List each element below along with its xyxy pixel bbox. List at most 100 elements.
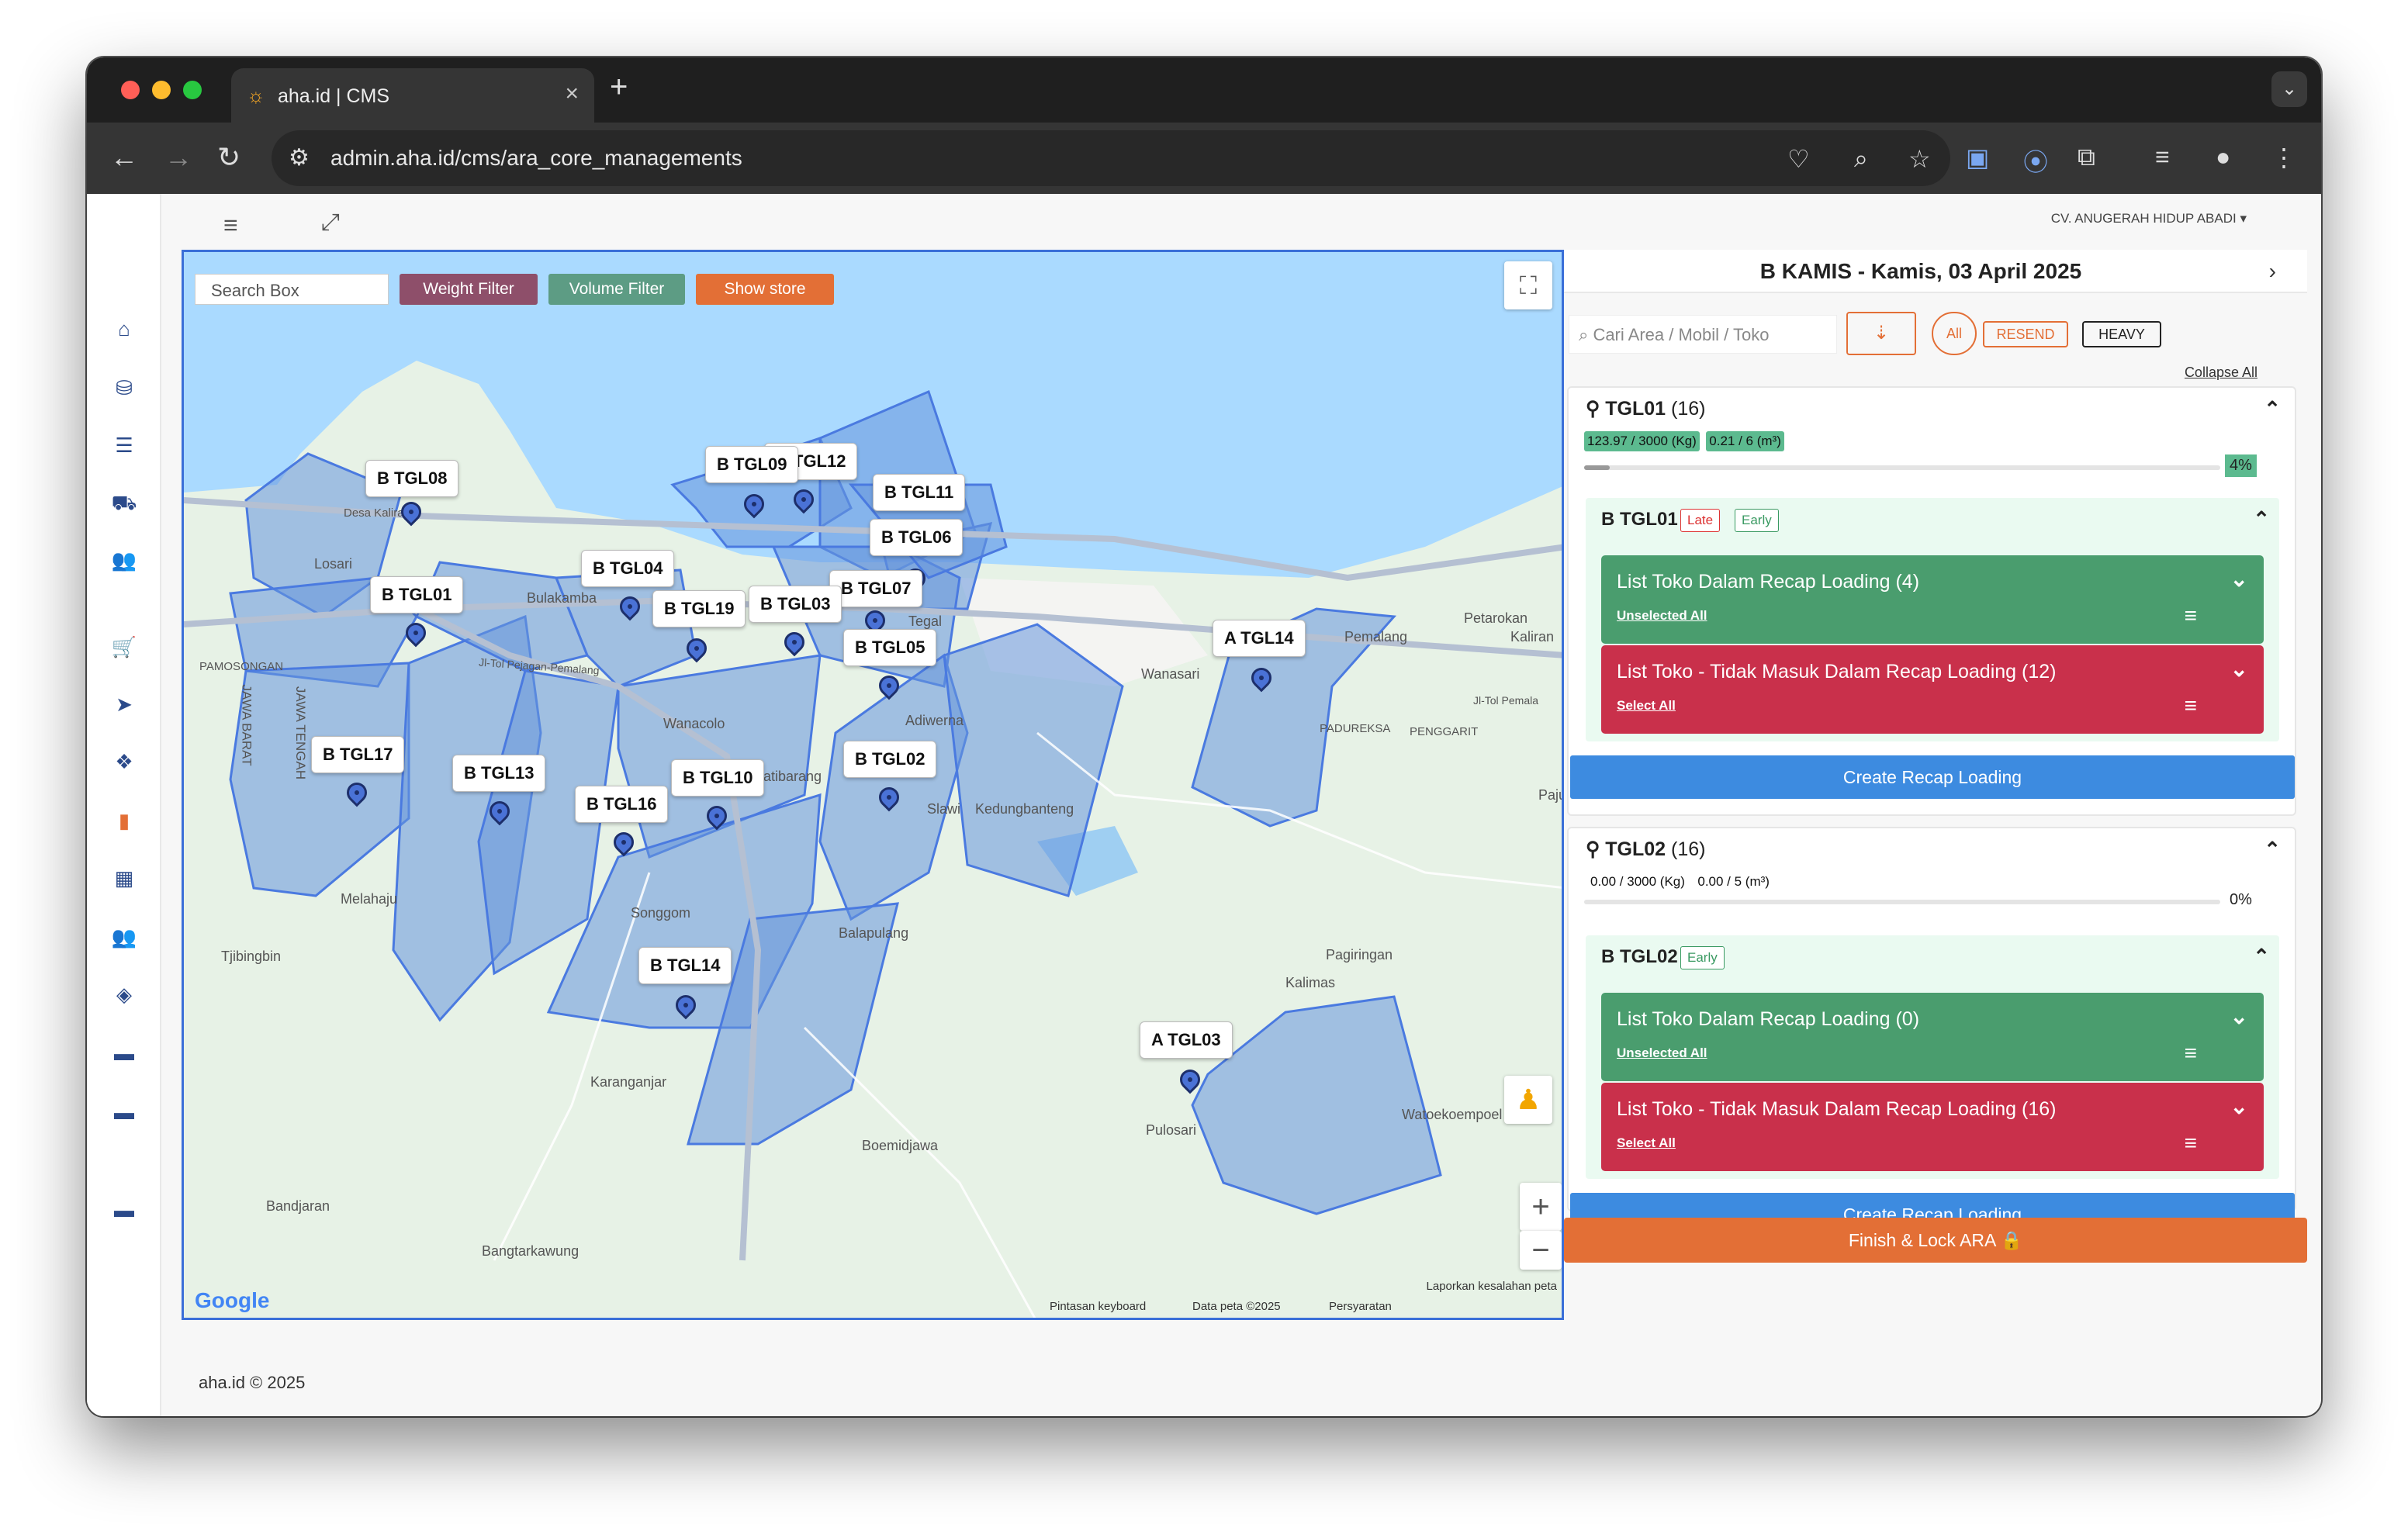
unselect-all-link[interactable]: Unselected All	[1617, 1045, 1707, 1061]
area-marker-label[interactable]: B TGL07	[829, 570, 923, 607]
area-marker-label[interactable]: B TGL17	[311, 736, 405, 773]
collapse-all-link[interactable]: Collapse All	[2185, 365, 2258, 381]
send-icon[interactable]: ➤	[110, 690, 138, 718]
chevron-right-icon[interactable]: ›	[2269, 259, 2276, 284]
site-info-icon[interactable]: ⚙	[289, 144, 310, 171]
url-text[interactable]: admin.aha.id/cms/ara_core_managements	[330, 146, 742, 171]
back-icon[interactable]: ←	[110, 141, 138, 174]
show-store-button[interactable]: Show store	[696, 274, 834, 305]
terms-link[interactable]: Persyaratan	[1329, 1300, 1392, 1313]
drag-handle-icon[interactable]: ≡	[2185, 603, 2197, 628]
in-recap-list[interactable]: List Toko Dalam Recap Loading (4) Unsele…	[1601, 555, 2264, 644]
chevron-up-icon[interactable]: ⌃	[2253, 945, 2270, 969]
book-icon[interactable]: ▬	[110, 1039, 138, 1067]
chevron-up-icon[interactable]: ⌃	[2253, 507, 2270, 531]
area-search-input[interactable]: ⌕ Cari Area / Mobil / Toko	[1569, 315, 1837, 354]
group-title[interactable]: ⚲ TGL02 (16)	[1586, 838, 1705, 861]
area-marker-label[interactable]: B TGL05	[843, 629, 937, 666]
browser-menu-icon[interactable]: ⋮	[2271, 143, 2296, 172]
home-icon[interactable]: ⌂	[110, 315, 138, 343]
map-icon[interactable]: ▮	[110, 807, 138, 835]
book-alt-icon[interactable]: ▬	[110, 1098, 138, 1126]
minimize-window-button[interactable]	[152, 81, 171, 99]
team-icon[interactable]: 👥	[110, 923, 138, 951]
fullscreen-button[interactable]: ⛶	[1504, 261, 1552, 309]
create-recap-button[interactable]: Create Recap Loading	[1570, 755, 2295, 799]
area-marker-label[interactable]: B TGL16	[575, 786, 669, 823]
heart-icon[interactable]: ♡	[1787, 144, 1810, 174]
dropbox-icon[interactable]: ❖	[110, 748, 138, 776]
area-marker-label[interactable]: B TGL01	[370, 576, 464, 613]
report-icon[interactable]: ▬	[110, 1196, 138, 1224]
volume-filter-button[interactable]: Volume Filter	[548, 274, 685, 305]
hamburger-menu-icon[interactable]: ≡	[223, 211, 238, 240]
grid-icon[interactable]: ▦	[110, 864, 138, 892]
maximize-window-button[interactable]	[183, 81, 202, 99]
area-marker-label[interactable]: B TGL02	[843, 741, 937, 778]
drag-handle-icon[interactable]: ≡	[2185, 1041, 2197, 1066]
new-tab-button[interactable]: +	[610, 70, 628, 105]
report-map-error-link[interactable]: Laporkan kesalahan peta	[1427, 1280, 1557, 1293]
weight-filter-button[interactable]: Weight Filter	[400, 274, 538, 305]
extension-audio-icon[interactable]: ⦿	[2023, 143, 2048, 178]
filter-heavy-button[interactable]: HEAVY	[2082, 321, 2161, 347]
area-marker-label[interactable]: A TGL03	[1140, 1021, 1233, 1059]
area-marker-label[interactable]: A TGL14	[1213, 620, 1306, 657]
area-marker-label[interactable]: B TGL03	[749, 586, 842, 623]
area-marker-label[interactable]: B TGL14	[638, 947, 732, 984]
translate-icon[interactable]: ▣	[1966, 143, 1989, 172]
group-title[interactable]: ⚲ TGL01 (16)	[1586, 397, 1705, 420]
area-marker-label[interactable]: B TGL04	[581, 550, 675, 587]
select-all-link[interactable]: Select All	[1617, 1135, 1676, 1151]
chevron-up-icon[interactable]: ⌃	[2264, 397, 2281, 421]
chevron-down-icon[interactable]: ⌄	[2230, 656, 2248, 682]
forward-icon[interactable]: →	[164, 141, 192, 174]
list-icon[interactable]: ☰	[110, 431, 138, 459]
zoom-out-button[interactable]: −	[1520, 1231, 1562, 1270]
address-bar[interactable]: ⚙ admin.aha.id/cms/ara_core_managements …	[272, 130, 1950, 186]
shopping-cart-icon[interactable]: 🛒	[110, 633, 138, 661]
area-marker-label[interactable]: B TGL09	[705, 446, 799, 483]
bookmark-star-icon[interactable]: ☆	[1908, 144, 1931, 174]
chevron-down-icon[interactable]: ⌄	[2230, 566, 2248, 592]
chevron-up-icon[interactable]: ⌃	[2264, 838, 2281, 862]
drag-handle-icon[interactable]: ≡	[2185, 693, 2197, 718]
area-marker-label[interactable]: B TGL13	[452, 755, 546, 792]
sort-button[interactable]: ⇣	[1846, 312, 1916, 355]
in-recap-list[interactable]: List Toko Dalam Recap Loading (0) Unsele…	[1601, 993, 2264, 1081]
extensions-icon[interactable]: ⧉	[2078, 143, 2095, 172]
reload-icon[interactable]: ↻	[217, 141, 240, 174]
boxes-icon[interactable]: ⛁	[110, 374, 138, 402]
area-marker-label[interactable]: B TGL19	[652, 590, 746, 627]
area-marker-label[interactable]: B TGL11	[873, 474, 966, 511]
browser-tab[interactable]: ☼ aha.id | CMS ×	[231, 68, 594, 123]
finish-lock-ara-button[interactable]: Finish & Lock ARA 🔒	[1564, 1218, 2307, 1263]
search-box-input[interactable]: Search Box	[195, 274, 389, 305]
street-view-pegman-icon[interactable]: ♟	[1504, 1076, 1552, 1124]
zoom-in-button[interactable]: +	[1520, 1183, 1562, 1231]
filter-all-button[interactable]: All	[1932, 312, 1977, 355]
filter-resend-button[interactable]: RESEND	[1983, 321, 2068, 347]
zoom-icon[interactable]: ⌕	[1854, 144, 1868, 174]
chevron-down-icon[interactable]: ⌄	[2230, 1094, 2248, 1119]
tag-icon[interactable]: ◈	[110, 980, 138, 1008]
map-view[interactable]: Search Box Weight Filter Volume Filter S…	[182, 250, 1564, 1320]
unselect-all-link[interactable]: Unselected All	[1617, 608, 1707, 624]
close-window-button[interactable]	[121, 81, 140, 99]
cart-icon[interactable]: ⛟	[110, 489, 138, 517]
company-dropdown[interactable]: CV. ANUGERAH HIDUP ABADI ▾	[2051, 211, 2247, 226]
out-recap-list[interactable]: List Toko - Tidak Masuk Dalam Recap Load…	[1601, 645, 2264, 734]
keyboard-shortcuts-link[interactable]: Pintasan keyboard	[1050, 1300, 1146, 1313]
area-marker-label[interactable]: B TGL10	[671, 759, 765, 797]
area-marker-label[interactable]: B TGL06	[870, 519, 964, 556]
select-all-link[interactable]: Select All	[1617, 698, 1676, 714]
users-icon[interactable]: 👥	[110, 546, 138, 574]
area-marker-label[interactable]: B TGL08	[365, 460, 459, 497]
close-tab-icon[interactable]: ×	[565, 81, 579, 107]
drag-handle-icon[interactable]: ≡	[2185, 1131, 2197, 1156]
out-recap-list[interactable]: List Toko - Tidak Masuk Dalam Recap Load…	[1601, 1083, 2264, 1171]
profile-avatar-icon[interactable]: ●	[2216, 143, 2230, 171]
media-control-icon[interactable]: ≡	[2155, 143, 2170, 171]
chevron-down-icon[interactable]: ⌄	[2230, 1004, 2248, 1029]
expand-icon[interactable]: ⤢	[321, 209, 340, 236]
